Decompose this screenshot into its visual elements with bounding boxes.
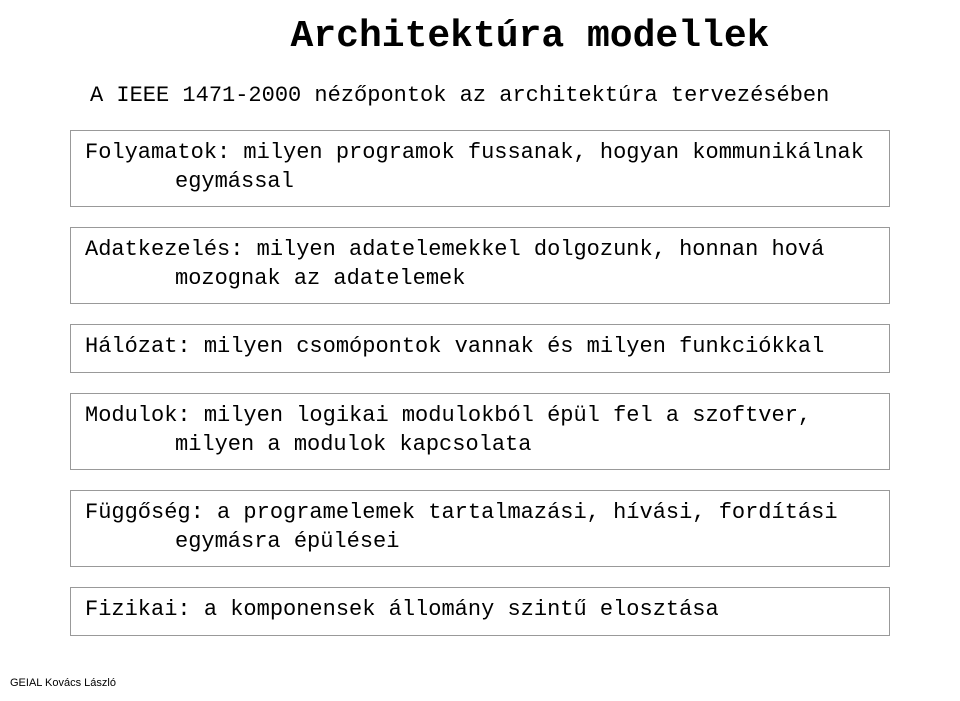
box-folyamatok: Folyamatok: milyen programok fussanak, h… [70,130,890,207]
slide-subtitle: A IEEE 1471-2000 nézőpontok az architekt… [90,83,920,108]
box-text-line: Adatkezelés: milyen adatelemekkel dolgoz… [85,236,877,265]
box-text-line: mozognak az adatelemek [85,265,877,294]
box-text-line: Modulok: milyen logikai modulokból épül … [85,402,877,431]
box-text-line: egymással [85,168,877,197]
footer-text: GEIAL Kovács László [10,677,116,689]
box-adatkezeles: Adatkezelés: milyen adatelemekkel dolgoz… [70,227,890,304]
box-halozat: Hálózat: milyen csomópontok vannak és mi… [70,324,890,373]
box-text-line: Hálózat: milyen csomópontok vannak és mi… [85,333,877,362]
box-fizikai: Fizikai: a komponensek állomány szintű e… [70,587,890,636]
box-fuggoseg: Függőség: a programelemek tartalmazási, … [70,490,890,567]
box-text-line: Fizikai: a komponensek állomány szintű e… [85,596,877,625]
box-text-line: egymásra épülései [85,528,877,557]
box-text-line: Folyamatok: milyen programok fussanak, h… [85,139,877,168]
slide-title: Architektúra modellek [40,15,920,58]
box-modulok: Modulok: milyen logikai modulokból épül … [70,393,890,470]
box-text-line: milyen a modulok kapcsolata [85,431,877,460]
box-text-line: Függőség: a programelemek tartalmazási, … [85,499,877,528]
slide: Architektúra modellek A IEEE 1471-2000 n… [0,0,960,701]
